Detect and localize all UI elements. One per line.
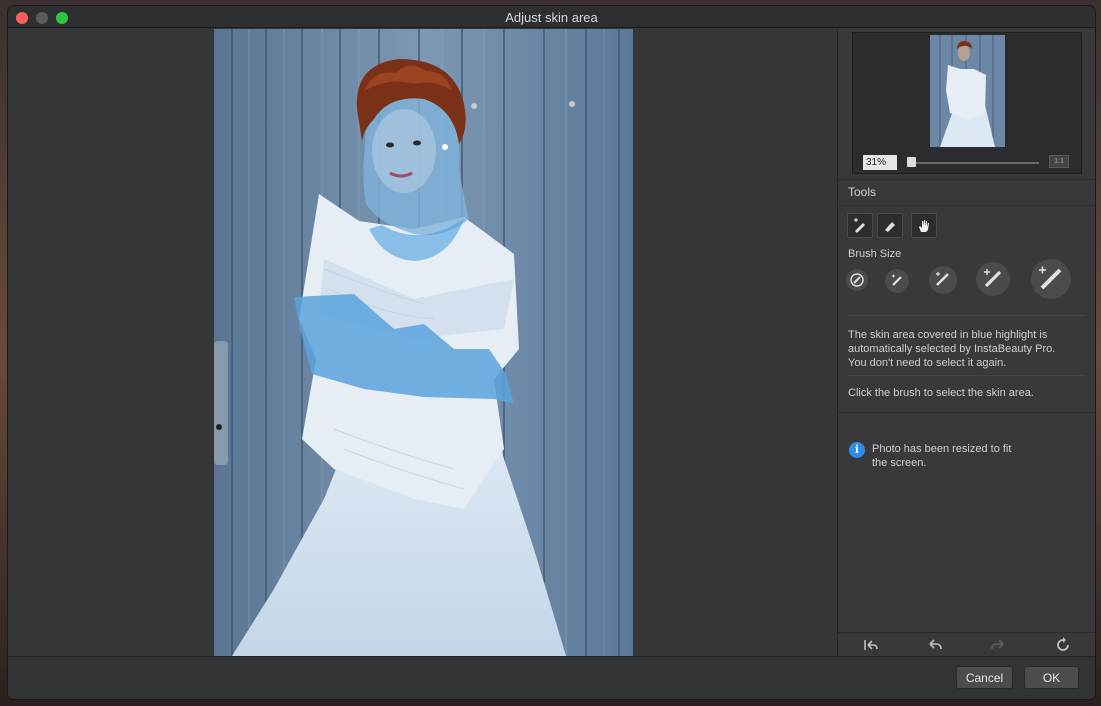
resize-notice: Photo has been resized to fit the screen… xyxy=(872,443,1012,469)
undo-all-button[interactable] xyxy=(861,636,881,654)
brush-add-icon xyxy=(854,217,865,233)
divider xyxy=(838,205,1095,206)
info-icon: i xyxy=(849,442,865,458)
skin-selection-description: The skin area covered in blue highlight … xyxy=(848,329,1056,369)
adjust-skin-window: Adjust skin area 31% 1:1 Tools Brush Siz… xyxy=(8,6,1095,699)
divider xyxy=(848,315,1086,316)
add-skin-brush-button[interactable] xyxy=(847,213,873,238)
undo-button[interactable] xyxy=(925,636,945,654)
brush-xl-icon xyxy=(1039,266,1062,290)
brush-instruction: Click the brush to select the skin area. xyxy=(848,387,1034,399)
redo-button[interactable] xyxy=(988,636,1008,654)
brush-size-xs[interactable] xyxy=(846,269,868,291)
reset-button[interactable] xyxy=(1053,636,1073,654)
brush-s-icon xyxy=(892,274,902,286)
brush-size-label: Brush Size xyxy=(848,248,902,260)
brush-size-s[interactable] xyxy=(885,269,909,293)
history-toolbar xyxy=(838,632,1095,656)
brush-m-icon xyxy=(936,272,949,286)
undo-all-icon xyxy=(864,640,878,650)
cancel-button[interactable]: Cancel xyxy=(956,666,1013,689)
actual-size-button[interactable]: 1:1 xyxy=(1049,155,1069,168)
redo-icon xyxy=(991,639,1004,650)
photo-canvas[interactable] xyxy=(8,29,837,656)
thumbnail-photo xyxy=(930,35,1005,147)
brush-l-icon xyxy=(984,269,1002,288)
window-title: Adjust skin area xyxy=(505,10,598,25)
ok-button[interactable]: OK xyxy=(1024,666,1079,689)
zoom-slider-track[interactable] xyxy=(909,162,1039,164)
brush-xs-icon xyxy=(850,273,864,287)
hand-tool-button[interactable] xyxy=(911,213,937,238)
divider xyxy=(838,412,1095,413)
navigator-preview[interactable]: 31% 1:1 xyxy=(852,32,1082,174)
side-panel: 31% 1:1 Tools Brush Size The skin area c… xyxy=(837,29,1095,656)
brush-size-l[interactable] xyxy=(976,262,1010,296)
dialog-footer: Cancel OK xyxy=(8,656,1095,699)
photo-preview[interactable] xyxy=(214,29,633,656)
zoom-slider-thumb[interactable] xyxy=(907,157,916,167)
navigator-thumbnail[interactable] xyxy=(930,35,1005,147)
eraser-icon xyxy=(885,221,895,232)
divider xyxy=(838,179,1095,180)
brush-size-m[interactable] xyxy=(929,266,957,294)
brush-size-xl[interactable] xyxy=(1031,259,1071,299)
divider xyxy=(848,375,1086,376)
undo-icon xyxy=(929,639,942,650)
hand-pan-icon xyxy=(919,219,929,232)
reset-icon xyxy=(1057,637,1069,651)
portrait-photo xyxy=(214,29,633,656)
title-bar: Adjust skin area xyxy=(8,6,1095,28)
zoom-level-field[interactable]: 31% xyxy=(863,155,897,170)
eraser-tool-button[interactable] xyxy=(877,213,903,238)
tools-heading: Tools xyxy=(848,185,877,199)
